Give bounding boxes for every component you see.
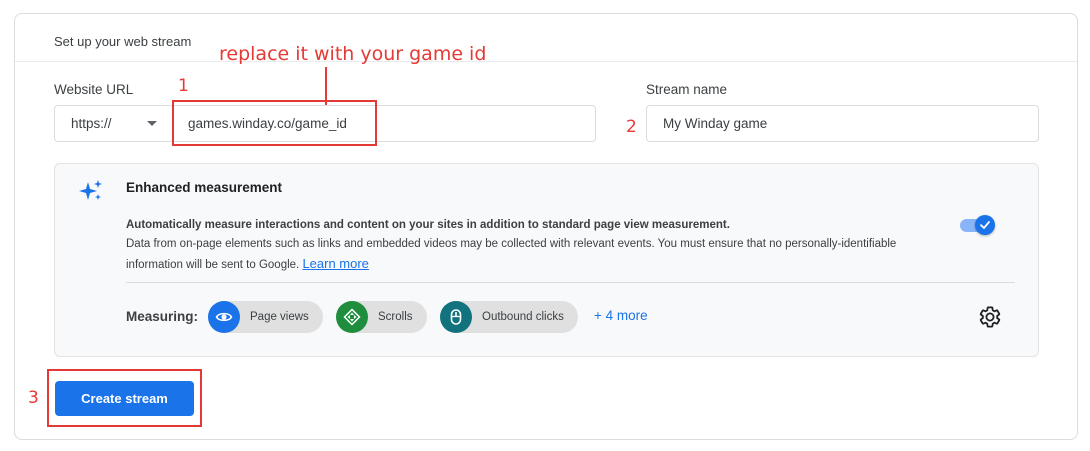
more-measurements-link[interactable]: + 4 more xyxy=(594,308,648,323)
card-title: Set up your web stream xyxy=(54,34,192,49)
chip-scrolls[interactable]: Scrolls xyxy=(336,301,427,333)
enhanced-measurement-title: Enhanced measurement xyxy=(126,180,283,195)
chip-label: Outbound clicks xyxy=(482,311,564,323)
eye-icon xyxy=(208,301,240,333)
description-primary: Automatically measure interactions and c… xyxy=(126,219,730,231)
website-url-label: Website URL xyxy=(54,82,134,97)
checkmark-icon xyxy=(980,221,990,229)
annotation-step-2: 2 xyxy=(626,117,637,137)
chip-outbound-clicks[interactable]: Outbound clicks xyxy=(440,301,578,333)
annotation-step-1: 1 xyxy=(178,76,189,96)
measurement-divider xyxy=(126,282,1015,283)
learn-more-link[interactable]: Learn more xyxy=(302,256,368,271)
stream-name-input[interactable]: My Winday game xyxy=(646,105,1039,142)
chip-label: Scrolls xyxy=(378,311,413,323)
chevron-down-icon xyxy=(147,121,157,126)
stream-name-label: Stream name xyxy=(646,82,728,97)
chip-label: Page views xyxy=(250,311,309,323)
enhanced-measurement-toggle[interactable] xyxy=(960,214,996,236)
gear-icon[interactable] xyxy=(978,305,1002,329)
description-secondary: Data from on-page elements such as links… xyxy=(126,238,897,271)
chip-page-views[interactable]: Page views xyxy=(208,301,323,333)
toggle-thumb xyxy=(975,215,995,235)
enhanced-measurement-description: Automatically measure interactions and c… xyxy=(126,216,956,275)
mouse-icon xyxy=(440,301,472,333)
measuring-label: Measuring: xyxy=(126,309,199,324)
stream-name-value: My Winday game xyxy=(663,116,768,131)
header-divider xyxy=(15,61,1077,62)
scroll-arrows-icon xyxy=(336,301,368,333)
annotation-box-url xyxy=(172,100,377,146)
annotation-step-3: 3 xyxy=(28,388,39,408)
create-stream-button[interactable]: Create stream xyxy=(55,381,194,416)
protocol-value: https:// xyxy=(71,116,112,131)
annotation-instruction: replace it with your game id xyxy=(219,43,487,65)
protocol-select[interactable]: https:// xyxy=(54,105,174,142)
sparkle-icon xyxy=(79,180,102,200)
